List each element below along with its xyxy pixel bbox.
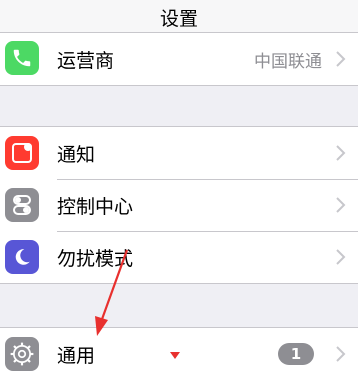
phone-icon	[5, 41, 39, 75]
settings-row-carrier[interactable]: 运营商 中国联通	[0, 33, 358, 85]
carrier-group: 运营商 中国联通	[0, 32, 358, 86]
settings-row-label: 控制中心	[57, 195, 134, 218]
general-group: 通用 1	[0, 327, 358, 379]
page-title: 设置	[159, 7, 198, 30]
settings-row-label: 勿扰模式	[57, 247, 134, 270]
notifications-icon	[5, 136, 39, 170]
chevron-right-icon	[336, 197, 346, 213]
chevron-right-icon	[336, 145, 346, 161]
carrier-value: 中国联通	[254, 51, 322, 72]
settings-row-label: 通用	[57, 344, 96, 367]
system-group: 通知 控制中心 勿扰模式	[0, 126, 358, 284]
settings-row-label: 通知	[57, 143, 96, 166]
control-center-icon	[5, 188, 39, 222]
chevron-right-icon	[336, 249, 346, 265]
settings-row-general[interactable]: 通用 1	[0, 328, 358, 379]
settings-row-notifications[interactable]: 通知	[0, 127, 358, 179]
chevron-right-icon	[336, 346, 346, 362]
settings-row-do-not-disturb[interactable]: 勿扰模式	[0, 231, 358, 283]
settings-row-control-center[interactable]: 控制中心	[0, 179, 358, 231]
navigation-bar: 设置	[0, 0, 358, 34]
chevron-right-icon	[336, 51, 346, 67]
moon-icon	[5, 240, 39, 274]
settings-row-label: 运营商	[57, 49, 115, 72]
gear-icon	[5, 337, 39, 371]
settings-screen: 设置 运营商 中国联通 通知 控制中心 勿扰模式 通用 1	[0, 0, 358, 379]
update-count-badge: 1	[278, 343, 314, 365]
